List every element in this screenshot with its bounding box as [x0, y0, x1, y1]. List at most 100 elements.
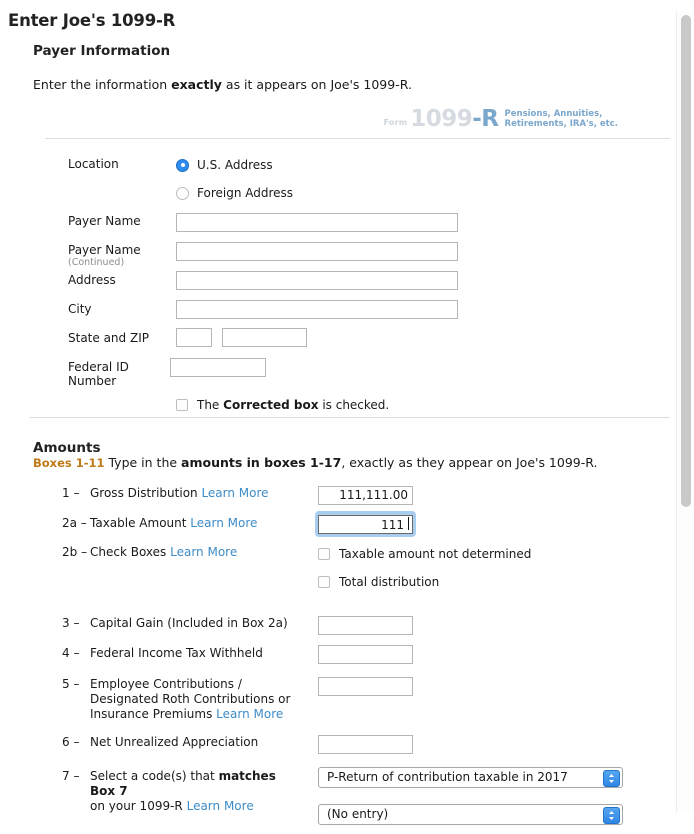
city-input[interactable] [176, 300, 458, 320]
amount-row-7: 7 – Select a code(s) that matches Box 7o… [0, 766, 676, 825]
row-2b-label: Check Boxes Learn More [90, 543, 295, 560]
box7-code-select-1-value: P-Return of contribution taxable in 2017 [327, 769, 568, 784]
radio-foreign-address[interactable]: Foreign Address [176, 182, 676, 204]
watermark-desc-line2: Retirements, IRA's, etc. [504, 119, 618, 130]
corrected-checkbox-row[interactable]: The Corrected box is checked. [176, 398, 676, 412]
checkbox-total-distribution-label: Total distribution [339, 575, 440, 589]
amount-row-1: 1 – Gross Distribution Learn More [0, 484, 676, 505]
form-page: Enter Joe's 1099-R Payer Information Ent… [0, 11, 676, 825]
watermark-form-suffix: -R [472, 106, 499, 132]
payer-name-continued-input[interactable] [176, 241, 458, 261]
federal-income-tax-withheld-input[interactable] [318, 645, 413, 664]
location-options: U.S. Address Foreign Address [176, 154, 676, 210]
payer-name-continued-label-sub: (Continued) [68, 256, 125, 268]
checkbox-row-taxable-not-determined[interactable]: Taxable amount not determined [318, 544, 531, 564]
checkbox-corrected-icon[interactable] [176, 399, 188, 412]
row-3-label: Capital Gain (Included in Box 2a) [90, 616, 288, 630]
row-1-learn-more-link[interactable]: Learn More [201, 486, 268, 500]
text-cursor [408, 516, 409, 530]
location-label: Location [68, 157, 119, 171]
payer-name-continued-label: Payer Name (Continued) [68, 240, 176, 269]
address-input[interactable] [176, 271, 458, 291]
watermark-description: Pensions, Annuities, Retirements, IRA's,… [505, 109, 618, 131]
row-2b-checkboxes: Taxable amount not determined Total dist… [318, 543, 531, 600]
amounts-intro-before: Type in the [104, 455, 182, 470]
net-unrealized-appreciation-input[interactable] [318, 734, 413, 754]
row-7-label: Select a code(s) that matches Box 7 on yo… [90, 767, 295, 814]
checkbox-taxable-not-determined-label: Taxable amount not determined [339, 547, 532, 561]
federal-id-input[interactable] [170, 358, 266, 378]
state-input[interactable] [176, 327, 212, 347]
intro-text-after: as it appears on Joe's 1099-R. [221, 77, 412, 92]
page-title: Enter Joe's 1099-R [8, 11, 176, 30]
row-2b-label-text: Check Boxes [90, 545, 171, 559]
radio-selected-icon[interactable] [176, 158, 189, 172]
chevron-updown-icon-2[interactable] [603, 806, 620, 824]
header-divider [45, 138, 670, 139]
amounts-heading: Amounts [33, 440, 101, 457]
gross-distribution-input[interactable] [318, 485, 413, 505]
row-7-number: 7 – [62, 768, 80, 783]
row-2a-number: 2a – [62, 515, 87, 530]
box7-code-select-2-value: (No entry) [327, 806, 389, 821]
radio-foreign-address-label: Foreign Address [197, 186, 294, 200]
payer-name-label: Payer Name [68, 214, 141, 228]
row-4-number: 4 – [62, 645, 80, 660]
payer-name-input[interactable] [176, 212, 458, 232]
row-1-label-text: Gross Distribution [90, 486, 202, 500]
intro-text-bold: exactly [171, 77, 222, 92]
payer-information-intro: Enter the information exactly as it appe… [33, 77, 676, 92]
row-5-number: 5 – [62, 677, 80, 691]
row-6-label: Net Unrealized Appreciation [90, 735, 259, 749]
checkbox-total-distribution-icon[interactable] [318, 576, 330, 588]
radio-us-address-label: U.S. Address [197, 158, 273, 172]
taxable-amount-input[interactable] [318, 515, 413, 534]
box7-code-select-1[interactable]: P-Return of contribution taxable in 2017 [318, 766, 623, 788]
corrected-text-after: is checked. [318, 398, 390, 413]
watermark-form-label: Form [383, 118, 408, 127]
amounts-divider [30, 417, 670, 418]
state-zip-row: State and ZIP [0, 327, 676, 356]
state-zip-label: State and ZIP [68, 330, 149, 345]
row-1-number: 1 – [62, 486, 80, 500]
corrected-checkbox-label: The Corrected box is checked. [197, 398, 389, 412]
corrected-text-bold: Corrected box [223, 398, 319, 413]
address-label: Address [68, 272, 116, 287]
address-row: Address [0, 270, 676, 298]
zip-input[interactable] [222, 327, 307, 347]
amounts-intro: Boxes 1-11 Type in the amounts in boxes … [33, 455, 597, 470]
capital-gain-input[interactable] [318, 615, 413, 635]
city-label: City [68, 301, 92, 316]
watermark-form-number: 1099 [410, 106, 473, 132]
watermark-desc-line1: Pensions, Annuities, [504, 108, 603, 119]
radio-unselected-icon[interactable] [176, 186, 189, 200]
checkbox-taxable-not-determined-icon[interactable] [318, 548, 330, 560]
checkbox-row-total-distribution[interactable]: Total distribution [318, 572, 531, 592]
payer-information-heading: Payer Information [33, 43, 171, 59]
amount-rows: 1 – Gross Distribution Learn More 2a – T… [0, 484, 676, 834]
corrected-row: The Corrected box is checked. [0, 389, 676, 417]
scrollbar-thumb[interactable] [681, 15, 691, 507]
employee-contributions-input[interactable] [318, 676, 413, 696]
row-2a-label: Taxable Amount Learn More [90, 514, 295, 531]
federal-id-label: Federal ID Number [68, 359, 129, 388]
vertical-scrollbar[interactable] [676, 11, 694, 812]
amounts-intro-bold: amounts in boxes 1-17 [181, 455, 342, 470]
amount-row-2b: 2b – Check Boxes Learn More Taxable amou… [0, 543, 676, 600]
row-7-selects: P-Return of contribution taxable in 2017… [318, 766, 623, 825]
intro-text-before: Enter the information [33, 77, 172, 92]
amount-row-3: 3 – Capital Gain (Included in Box 2a) [0, 614, 676, 635]
location-row: Location U.S. Address Foreign Address [0, 154, 676, 210]
row-5-label: Employee Contributions / Designated Roth… [90, 675, 295, 722]
payer-name-row: Payer Name [0, 211, 676, 239]
corrected-text-before: The [197, 398, 224, 413]
row-5-learn-more-link[interactable]: Learn More [216, 707, 283, 721]
box7-code-select-2[interactable]: (No entry) [318, 803, 623, 825]
taxable-amount-focus-ring [315, 510, 416, 537]
city-row: City [0, 299, 676, 327]
row-2a-learn-more-link[interactable]: Learn More [190, 516, 257, 530]
amounts-intro-after: , exactly as they appear on Joe's 1099-R… [341, 455, 598, 470]
radio-us-address[interactable]: U.S. Address [176, 154, 676, 176]
chevron-updown-icon[interactable] [603, 769, 620, 787]
row-2b-learn-more-link[interactable]: Learn More [170, 545, 237, 559]
